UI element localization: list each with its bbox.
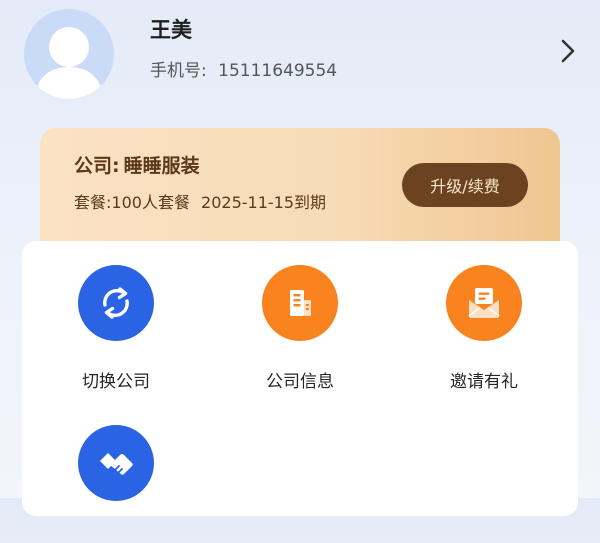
avatar: [24, 9, 114, 99]
upgrade-renew-button[interactable]: 升级/续费: [402, 163, 528, 207]
menu-item-partnership[interactable]: [41, 425, 191, 543]
menu-panel: 切换公司 公司信息 邀请有礼: [22, 241, 578, 516]
building-icon: [262, 265, 338, 341]
phone-label: 手机号:: [150, 61, 207, 81]
menu-item-label: 邀请有礼: [450, 372, 518, 392]
menu-item-invite-reward[interactable]: 邀请有礼: [409, 265, 559, 392]
plan-expiry: 2025-11-15到期: [201, 193, 327, 212]
user-name: 王美: [150, 18, 192, 42]
company-name: 睡睡服装: [123, 155, 200, 177]
company-name-row: 公司: 睡睡服装: [74, 151, 200, 178]
chevron-right-icon[interactable]: [556, 37, 580, 65]
menu-item-label: 切换公司: [82, 372, 150, 392]
menu-item-switch-company[interactable]: 切换公司: [41, 265, 191, 392]
plan-label: 套餐:: [74, 193, 112, 212]
plan-row: 套餐:100人套餐 2025-11-15到期: [74, 189, 326, 213]
envelope-icon: [446, 265, 522, 341]
phone-row: 手机号: 15111649554: [150, 56, 337, 81]
profile-header[interactable]: 王美 手机号: 15111649554: [0, 0, 600, 118]
phone-number: 15111649554: [218, 61, 338, 81]
menu-item-company-info[interactable]: 公司信息: [225, 265, 375, 392]
user-silhouette-icon: [34, 27, 104, 99]
handshake-icon: [78, 425, 154, 501]
plan-name: 100人套餐: [111, 193, 190, 212]
company-card: 公司: 睡睡服装 套餐:100人套餐 2025-11-15到期 升级/续费: [40, 128, 560, 256]
switch-arrows-icon: [78, 265, 154, 341]
company-name-label: 公司:: [74, 155, 120, 177]
menu-item-label: 公司信息: [266, 372, 334, 392]
